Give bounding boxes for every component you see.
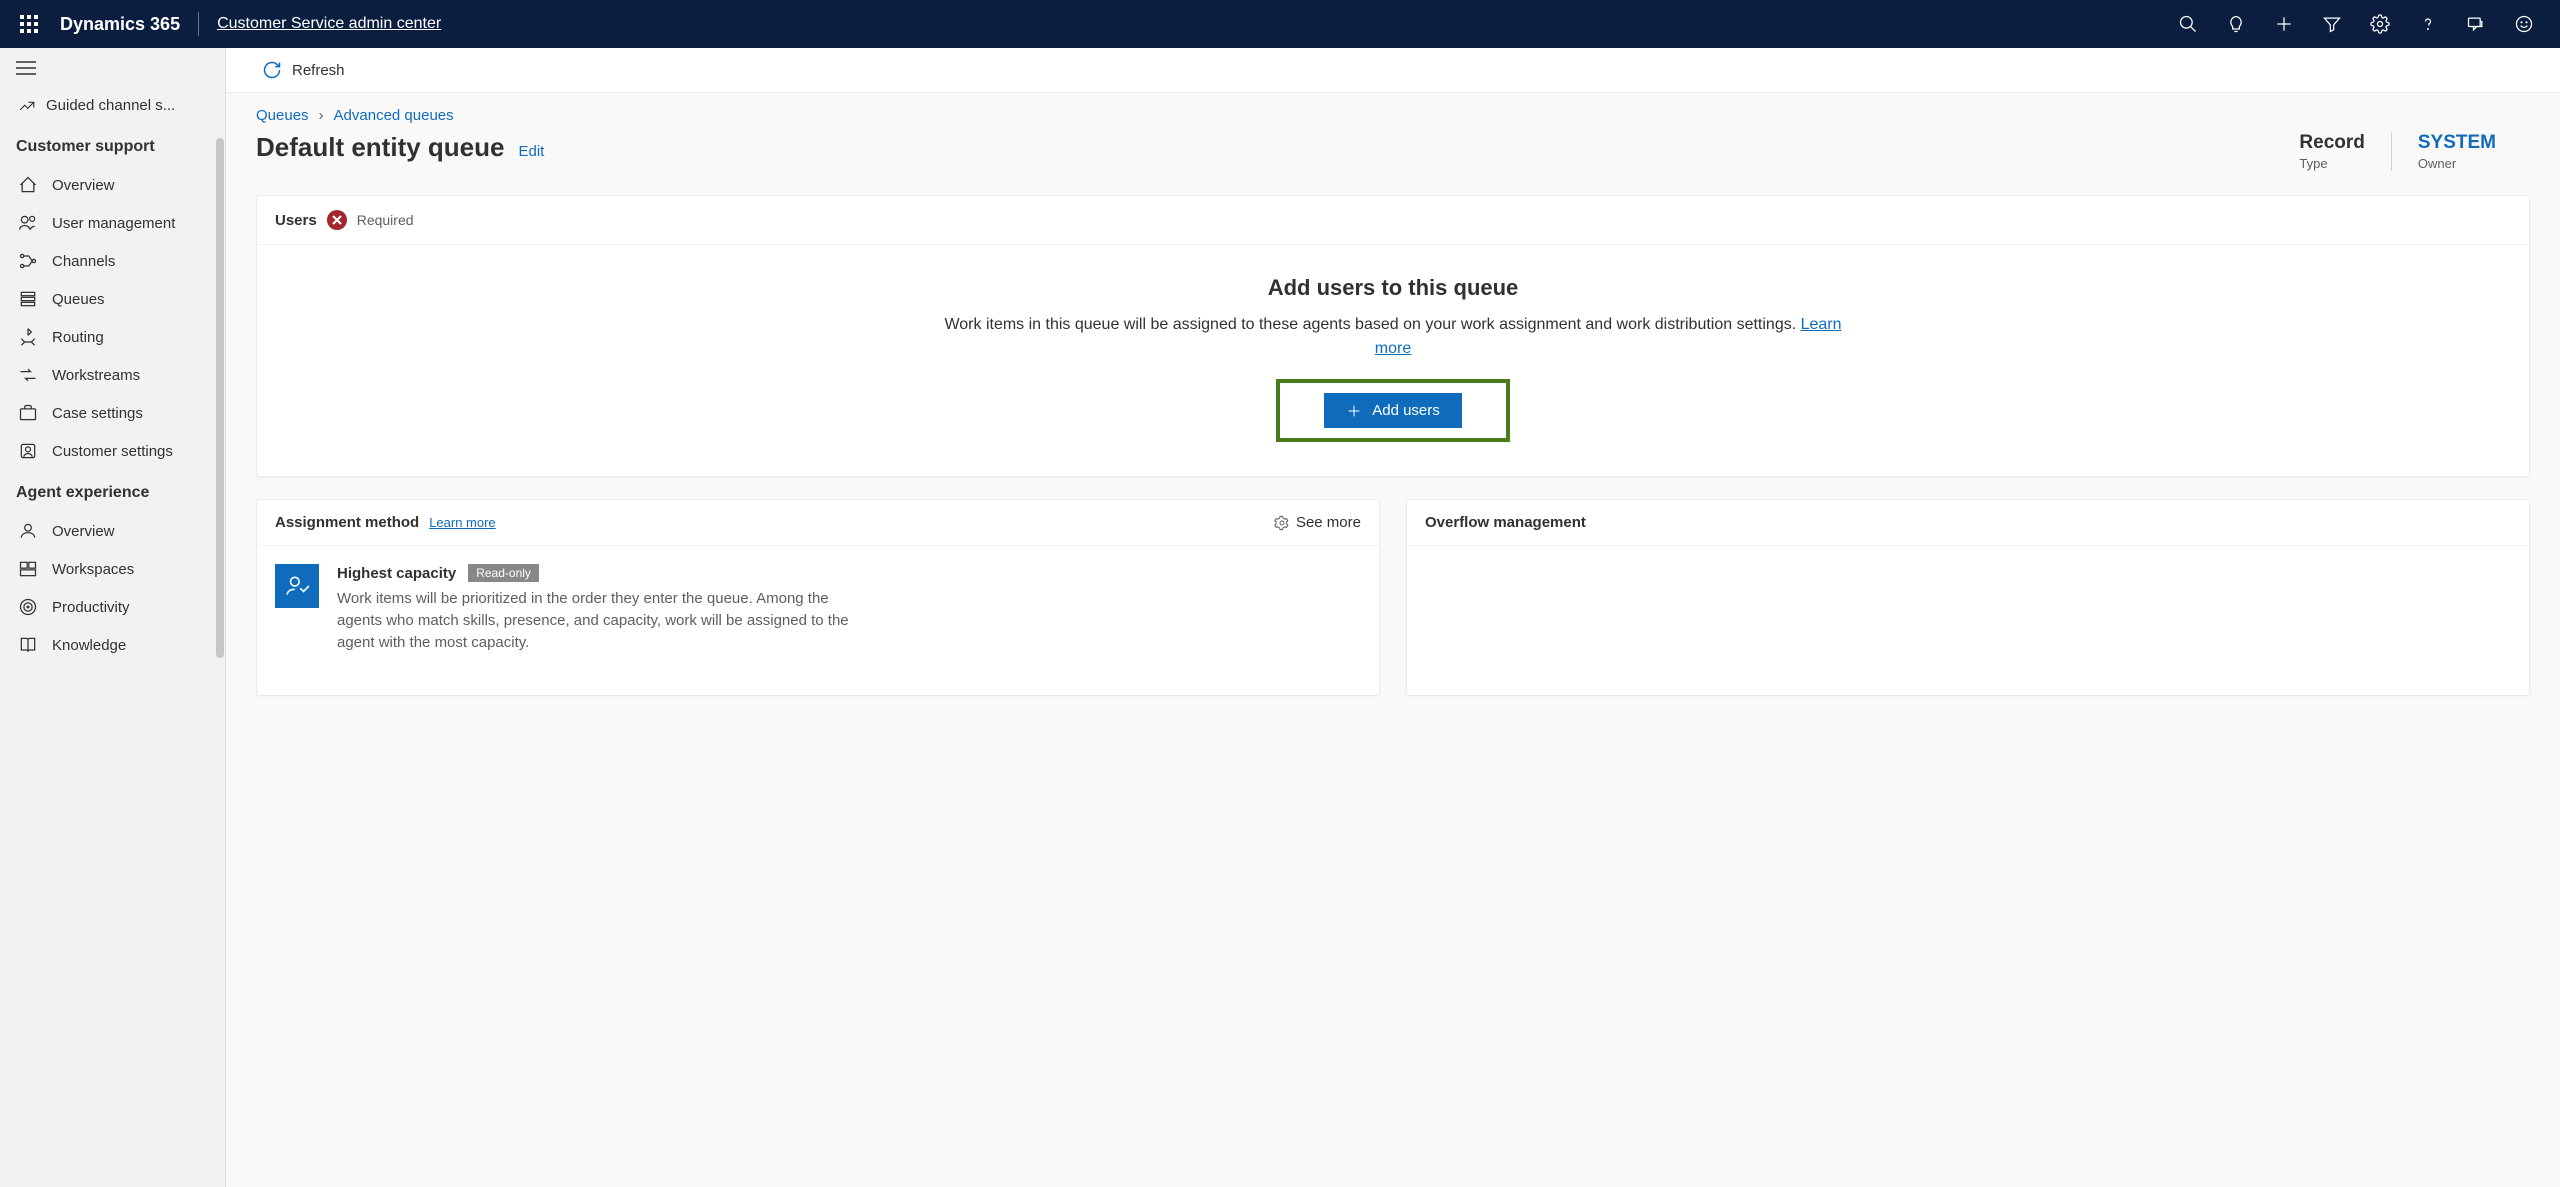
sidebar-item-label: Customer settings: [52, 443, 173, 460]
main-content: Refresh Queues › Advanced queues Default…: [226, 48, 2560, 1187]
knowledge-icon: [18, 635, 38, 655]
assignment-title: Assignment method: [275, 514, 419, 531]
sidebar-item-customer-settings[interactable]: Customer settings: [0, 432, 221, 470]
workstreams-icon: [18, 365, 38, 385]
page-title: Default entity queue: [256, 132, 504, 163]
routing-icon: [18, 327, 38, 347]
refresh-icon: [262, 60, 282, 80]
method-description: Work items will be prioritized in the or…: [337, 588, 857, 653]
sidebar-item-knowledge[interactable]: Knowledge: [0, 626, 221, 664]
add-icon[interactable]: [2260, 0, 2308, 48]
customer-icon: [18, 441, 38, 461]
breadcrumb: Queues › Advanced queues: [256, 99, 2530, 132]
record-type-label: Type: [2299, 156, 2364, 171]
chat-icon[interactable]: [2452, 0, 2500, 48]
sidebar-section-customer-support: Customer support: [0, 124, 221, 166]
sidebar-item-user-management[interactable]: User management: [0, 204, 221, 242]
sidebar-item-workstreams[interactable]: Workstreams: [0, 356, 221, 394]
sidebar-item-label: Queues: [52, 291, 105, 308]
briefcase-icon: [18, 403, 38, 423]
error-badge-icon: [327, 210, 347, 230]
search-icon[interactable]: [2164, 0, 2212, 48]
sidebar-item-workspaces[interactable]: Workspaces: [0, 550, 221, 588]
sidebar-item-productivity[interactable]: Productivity: [0, 588, 221, 626]
breadcrumb-queues[interactable]: Queues: [256, 107, 309, 124]
method-name: Highest capacity: [337, 565, 456, 582]
users-card: Users Required Add users to this queue W…: [256, 195, 2530, 477]
sidebar-item-label: Case settings: [52, 405, 143, 422]
app-name-link[interactable]: Customer Service admin center: [217, 15, 441, 33]
owner-label: Owner: [2418, 156, 2496, 171]
channels-icon: [18, 251, 38, 271]
guided-channel-icon: [18, 97, 36, 119]
sidebar-item-label: Productivity: [52, 599, 130, 616]
settings-icon[interactable]: [2356, 0, 2404, 48]
sidebar-item-label: User management: [52, 215, 175, 232]
empty-state-desc: Work items in this queue will be assigne…: [933, 313, 1853, 361]
target-icon: [18, 597, 38, 617]
sidebar-item-overview[interactable]: Overview: [0, 166, 221, 204]
owner-value[interactable]: SYSTEM: [2418, 132, 2496, 154]
overflow-title: Overflow management: [1425, 514, 1586, 531]
sidebar-item-label: Overview: [52, 177, 115, 194]
empty-state-title: Add users to this queue: [287, 275, 2499, 301]
breadcrumb-advanced-queues[interactable]: Advanced queues: [334, 107, 454, 124]
refresh-button[interactable]: Refresh: [292, 62, 345, 79]
plus-icon: [1346, 403, 1362, 419]
add-users-highlight: Add users: [1276, 379, 1510, 442]
sidebar-item-label: Guided channel s...: [46, 97, 175, 114]
sidebar-item-channels[interactable]: Channels: [0, 242, 221, 280]
home-icon: [18, 175, 38, 195]
help-icon[interactable]: [2404, 0, 2452, 48]
workspaces-icon: [18, 559, 38, 579]
header-divider: [198, 12, 199, 36]
smiley-icon[interactable]: [2500, 0, 2548, 48]
command-bar: Refresh: [226, 48, 2560, 92]
users-card-title: Users: [275, 212, 317, 229]
sidebar-section-agent-experience: Agent experience: [0, 470, 221, 512]
overflow-management-card: Overflow management: [1406, 499, 2530, 696]
top-header: Dynamics 365 Customer Service admin cent…: [0, 0, 2560, 48]
chevron-right-icon: ›: [319, 107, 324, 124]
sidebar-item-guided-channel[interactable]: Guided channel s...: [0, 91, 221, 124]
lightbulb-icon[interactable]: [2212, 0, 2260, 48]
sidebar-item-label: Knowledge: [52, 637, 126, 654]
record-type-value: Record: [2299, 132, 2364, 154]
capacity-icon: [275, 564, 319, 608]
sidebar-item-label: Workstreams: [52, 367, 140, 384]
brand-label: Dynamics 365: [60, 14, 180, 35]
gear-icon: [1274, 515, 1290, 531]
users-icon: [18, 213, 38, 233]
filter-icon[interactable]: [2308, 0, 2356, 48]
person-icon: [18, 521, 38, 541]
edit-link[interactable]: Edit: [518, 143, 544, 160]
sidebar: Guided channel s... Customer support Ove…: [0, 48, 226, 1187]
sidebar-toggle[interactable]: [0, 48, 225, 91]
see-more-button[interactable]: See more: [1274, 514, 1361, 531]
queues-icon: [18, 289, 38, 309]
sidebar-item-label: Overview: [52, 523, 115, 540]
required-label: Required: [357, 212, 414, 228]
sidebar-item-label: Workspaces: [52, 561, 134, 578]
sidebar-item-label: Channels: [52, 253, 115, 270]
header-actions: [2164, 0, 2548, 48]
sidebar-item-overview-agent[interactable]: Overview: [0, 512, 221, 550]
sidebar-item-label: Routing: [52, 329, 104, 346]
sidebar-item-routing[interactable]: Routing: [0, 318, 221, 356]
sidebar-item-case-settings[interactable]: Case settings: [0, 394, 221, 432]
assignment-learn-more-link[interactable]: Learn more: [429, 515, 495, 530]
add-users-button[interactable]: Add users: [1324, 393, 1462, 428]
sidebar-scrollbar[interactable]: [216, 138, 224, 658]
app-launcher-icon[interactable]: [12, 7, 46, 41]
assignment-method-card: Assignment method Learn more See more: [256, 499, 1380, 696]
sidebar-item-queues[interactable]: Queues: [0, 280, 221, 318]
readonly-badge: Read-only: [468, 564, 539, 582]
